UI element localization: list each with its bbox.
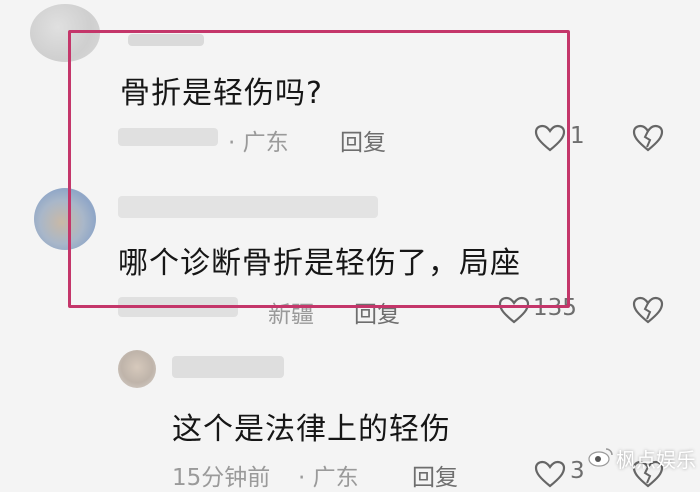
like-count: 3: [570, 458, 585, 484]
timestamp: 15分钟前: [172, 465, 271, 491]
reply-button[interactable]: 回复: [412, 458, 458, 492]
meta-separator: ·: [298, 465, 313, 491]
highlight-box: [68, 30, 570, 308]
avatar[interactable]: [118, 350, 156, 388]
broken-heart-icon[interactable]: [632, 296, 664, 324]
watermark-text: 枫点娱乐: [616, 448, 696, 472]
heart-icon[interactable]: [534, 460, 566, 488]
broken-heart-icon[interactable]: [632, 124, 664, 152]
username-blurred[interactable]: [172, 356, 284, 378]
location-label: · 广东: [298, 465, 359, 491]
comment-text: 这个是法律上的轻伤: [172, 412, 451, 447]
weibo-logo-icon: [588, 448, 613, 467]
like-count: 1: [570, 123, 585, 149]
